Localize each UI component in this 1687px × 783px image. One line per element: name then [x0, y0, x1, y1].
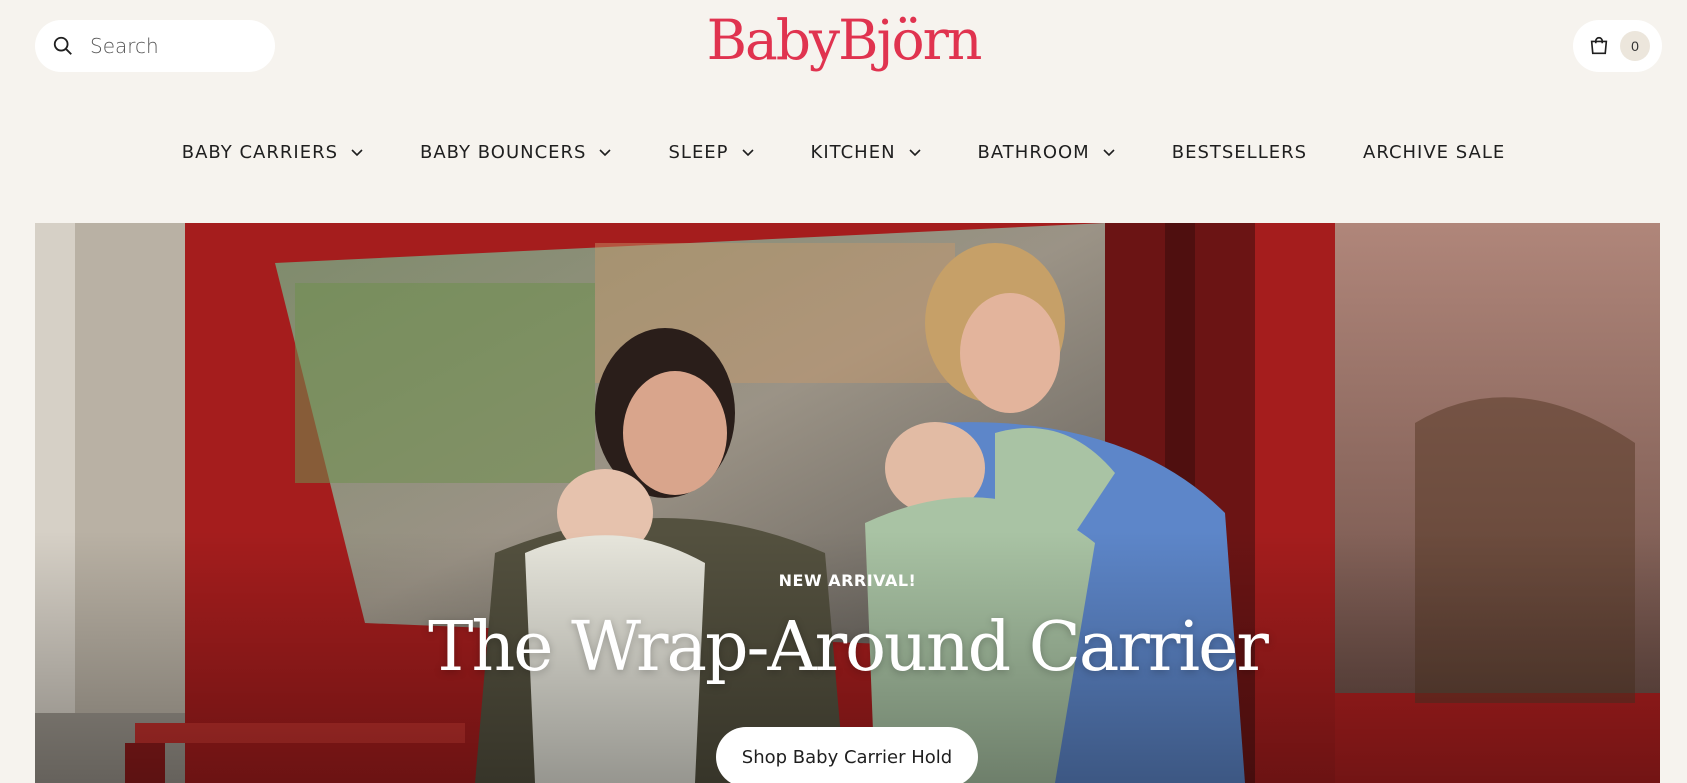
nav-item-bestsellers[interactable]: BESTSELLERS	[1144, 132, 1335, 173]
nav-item-bathroom[interactable]: BATHROOM	[950, 132, 1144, 173]
nav-item-label: ARCHIVE SALE	[1363, 141, 1506, 163]
chevron-down-icon	[599, 149, 612, 157]
nav-item-label: BATHROOM	[977, 141, 1090, 163]
nav-item-archive-sale[interactable]: ARCHIVE SALE	[1335, 132, 1533, 173]
hero-photo	[35, 223, 1660, 783]
nav-item-label: BABY CARRIERS	[181, 141, 339, 163]
hero-headline: The Wrap-Around Carrier	[428, 608, 1269, 687]
hero-banner[interactable]: NEW ARRIVAL! The Wrap-Around Carrier Sho…	[35, 223, 1660, 783]
cart-count-badge: 0	[1620, 31, 1650, 61]
brand-logo[interactable]: BabyBjörn	[0, 8, 1687, 72]
hero-eyebrow: NEW ARRIVAL!	[778, 571, 917, 590]
nav-item-sleep[interactable]: SLEEP	[640, 132, 782, 173]
chevron-down-icon	[1103, 149, 1115, 157]
cart-button[interactable]: 0	[1573, 20, 1662, 72]
nav-item-baby-bouncers[interactable]: BABY BOUNCERS	[392, 132, 640, 173]
nav-item-label: BESTSELLERS	[1171, 141, 1308, 163]
chevron-down-icon	[908, 149, 921, 157]
chevron-down-icon	[351, 149, 363, 157]
shop-carrier-button[interactable]: Shop Baby Carrier Hold	[716, 727, 978, 783]
shopping-bag-icon	[1590, 37, 1608, 55]
main-navigation: BABY CARRIERS BABY BOUNCERS SLEEP KITCHE…	[0, 130, 1687, 174]
nav-item-baby-carriers[interactable]: BABY CARRIERS	[154, 132, 392, 173]
nav-item-kitchen[interactable]: KITCHEN	[783, 132, 950, 173]
nav-item-label: KITCHEN	[810, 141, 896, 163]
nav-item-label: SLEEP	[668, 141, 729, 163]
chevron-down-icon	[741, 149, 754, 157]
nav-item-label: BABY BOUNCERS	[420, 141, 587, 163]
site-header: Search BabyBjörn 0	[0, 0, 1687, 96]
